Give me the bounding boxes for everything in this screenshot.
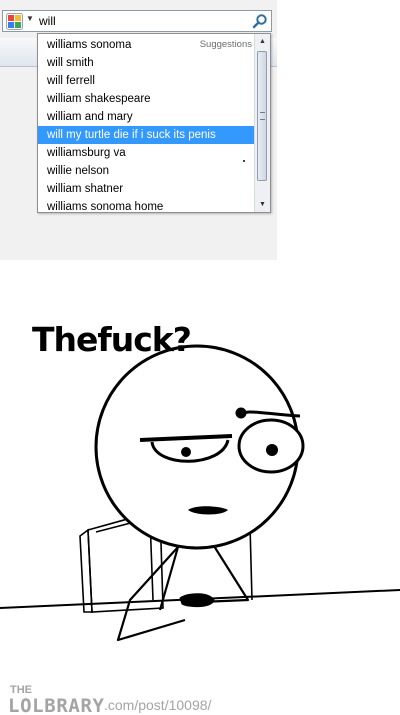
comic-caption: Thefuck?: [32, 320, 192, 359]
search-icon[interactable]: [252, 13, 268, 29]
watermark-url: .com/post/10098/: [104, 697, 212, 713]
suggestion-label: williams sonoma home: [47, 201, 164, 213]
suggestion-item[interactable]: william shatner: [38, 180, 256, 198]
suggestion-item[interactable]: will my turtle die if i suck its penis: [38, 126, 256, 144]
suggestion-label: william shakespeare: [47, 93, 151, 105]
scroll-up-icon[interactable]: ▲: [255, 34, 270, 49]
suggestion-label: william and mary: [47, 111, 133, 123]
suggestion-label: williams sonoma: [47, 39, 132, 51]
suggestions-list: williams sonoma Suggestions will smith will…: [38, 36, 256, 216]
suggestion-label: william shatner: [47, 183, 124, 195]
suggestion-label: willie nelson: [47, 165, 110, 177]
suggestion-label: williamsburg va: [47, 147, 126, 159]
scroll-grip-icon: [260, 112, 265, 120]
suggestion-label: will smith: [47, 57, 94, 69]
stray-dot: [243, 160, 245, 162]
right-pupil: [266, 444, 278, 456]
scroll-down-icon[interactable]: ▼: [255, 197, 270, 212]
suggestions-dropdown: williams sonoma Suggestions will smith will…: [37, 33, 271, 213]
arms: [116, 545, 250, 642]
watermark-bar: THE LOLBRARY .com/post/10098/: [0, 675, 400, 715]
suggestion-item[interactable]: william shakespeare: [38, 90, 256, 108]
svg-text:LOLBRARY: LOLBRARY: [8, 695, 105, 715]
lolbrary-logo: THE LOLBRARY: [8, 684, 105, 715]
search-input[interactable]: [39, 12, 249, 30]
suggestion-item[interactable]: will ferrell: [38, 72, 256, 90]
engine-dropdown-icon[interactable]: ▼: [26, 14, 34, 23]
search-box[interactable]: ▼: [2, 10, 272, 32]
suggestion-item[interactable]: williams sonoma home: [38, 198, 256, 216]
suggestions-scrollbar[interactable]: ▲ ▼: [254, 34, 270, 212]
browser-search-area: ▼ williams sonomaSuggestionswill smithwi…: [0, 0, 277, 260]
suggestion-item[interactable]: will smith: [38, 54, 256, 72]
google-icon[interactable]: [6, 13, 23, 30]
suggestions-heading: Suggestions: [199, 39, 252, 50]
left-pupil: [181, 447, 191, 457]
suggestion-label: will my turtle die if i suck its penis: [47, 129, 216, 141]
suggestion-item[interactable]: willie nelson: [38, 162, 256, 180]
suggestion-item[interactable]: williams sonoma Suggestions: [38, 36, 256, 54]
suggestion-item[interactable]: williamsburg va: [38, 144, 256, 162]
hands: [179, 593, 215, 608]
scroll-thumb[interactable]: [257, 51, 267, 181]
suggestion-label: will ferrell: [47, 75, 95, 87]
suggestion-item[interactable]: william and mary: [38, 108, 256, 126]
